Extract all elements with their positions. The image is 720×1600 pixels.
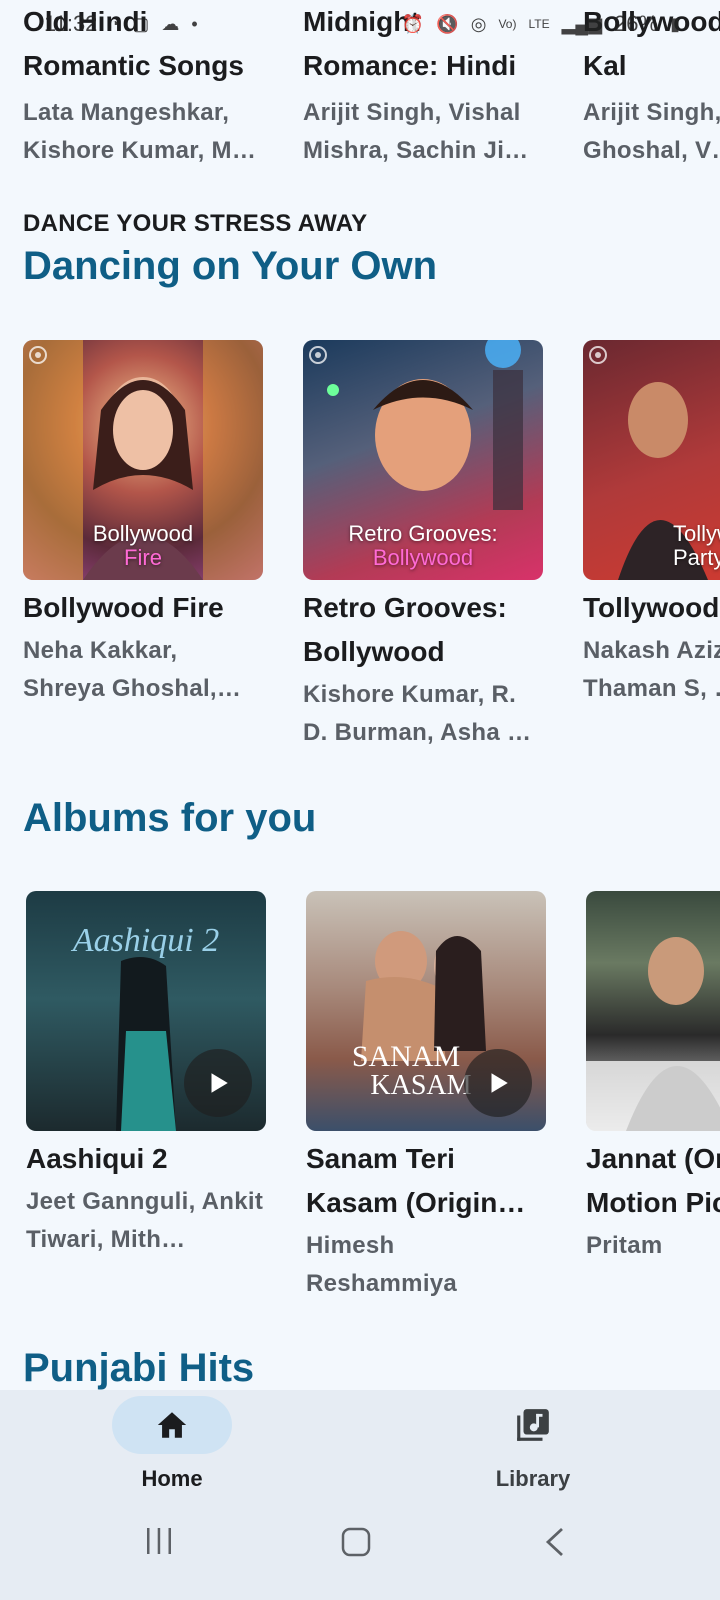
playlist-card-retro-grooves[interactable]: Retro Grooves: Bollywood Kishore Kumar, … <box>303 586 543 752</box>
system-navigation-bar <box>0 1496 720 1600</box>
card-subtitle: Pritam <box>586 1232 663 1259</box>
home-system-button[interactable] <box>340 1526 372 1563</box>
recent-apps-icon <box>147 1528 171 1554</box>
playlist-badge-icon <box>29 346 47 364</box>
section-title[interactable]: Albums for you <box>23 796 316 841</box>
nav-library-pill[interactable] <box>473 1396 593 1454</box>
album-card-jannat[interactable]: Jannat (Original Motion Picture… Pritam <box>586 1137 720 1265</box>
album-artwork[interactable]: SANAM KASAM <box>306 891 546 1131</box>
playlist-card-old-hindi-romantic[interactable]: Old Hindi Romantic Songs Lata Mangeshkar… <box>23 0 263 170</box>
section-eyebrow: DANCE YOUR STRESS AWAY <box>23 210 368 237</box>
playlist-card-midnight-romance[interactable]: Midnight Romance: Hindi Arijit Singh, Vi… <box>303 0 543 170</box>
home-icon <box>157 1412 187 1438</box>
section-title[interactable]: Dancing on Your Own <box>23 244 437 289</box>
back-chevron-icon <box>545 1527 563 1557</box>
card-subtitle: Nakash Aziz, Thaman S, … <box>583 637 720 702</box>
card-subtitle: Lata Mangeshkar, Kishore Kumar, M… <box>23 99 257 164</box>
nav-home-pill[interactable] <box>112 1396 232 1454</box>
back-button[interactable] <box>542 1526 568 1563</box>
svg-text:Aashiqui 2: Aashiqui 2 <box>71 922 219 959</box>
card-subtitle: Jeet Gannguli, Ankit Tiwari, Mith… <box>26 1188 264 1253</box>
card-subtitle: Kishore Kumar, R. D. Burman, Asha … <box>303 681 532 746</box>
card-title: Bollywood Aaj Kal <box>583 6 720 81</box>
nav-home[interactable]: Home <box>82 1396 262 1492</box>
card-title: Aashiqui 2 <box>26 1143 168 1174</box>
play-button[interactable] <box>464 1049 532 1117</box>
card-subtitle: Himesh Reshammiya <box>306 1232 458 1297</box>
artwork-caption: Retro Grooves: Bollywood <box>348 521 498 570</box>
playlist-badge-icon <box>309 346 327 364</box>
playlist-card-bollywood-fire[interactable]: Bollywood Fire Neha Kakkar, Shreya Ghosh… <box>23 586 263 708</box>
card-title: Old Hindi Romantic Songs <box>23 6 244 81</box>
album-artwork[interactable] <box>586 891 720 1131</box>
playlist-artwork[interactable]: Tollywood Party <box>583 340 720 580</box>
play-button[interactable] <box>184 1049 252 1117</box>
album-artwork[interactable]: Aashiqui 2 <box>26 891 266 1131</box>
card-title: Midnight Romance: Hindi <box>303 6 517 81</box>
playlist-card-tollywood-party[interactable]: Tollywood Party Nakash Aziz, Thaman S, … <box>583 586 720 708</box>
nav-home-label: Home <box>141 1466 203 1491</box>
card-subtitle: Neha Kakkar, Shreya Ghoshal, S… <box>23 637 217 702</box>
card-title: Bollywood Fire <box>23 592 224 623</box>
library-music-icon <box>517 1409 549 1441</box>
nav-library-label: Library <box>495 1466 571 1491</box>
card-subtitle: Arijit Singh, Shreya Ghoshal, V… <box>583 99 720 164</box>
recent-apps-button[interactable] <box>144 1526 174 1561</box>
bottom-navigation: Home Library <box>0 1390 720 1496</box>
nav-library[interactable]: Library <box>443 1396 623 1492</box>
svg-text:KASAM: KASAM <box>370 1070 471 1101</box>
artwork-figure <box>586 937 720 1131</box>
playlist-artwork[interactable]: Bollywood Fire <box>23 340 263 580</box>
card-title: Tollywood Party <box>583 592 720 623</box>
card-title: Sanam Teri Kasam (Origin… <box>306 1143 526 1218</box>
playlist-badge-icon <box>589 346 607 364</box>
artwork-caption: Bollywood Fire <box>92 521 194 570</box>
card-title: Jannat (Original Motion Picture… <box>586 1143 720 1218</box>
card-title: Retro Grooves: Bollywood <box>303 592 507 667</box>
album-card-sanam-teri-kasam[interactable]: Sanam Teri Kasam (Origin… Himesh Reshamm… <box>306 1137 546 1303</box>
home-square-icon <box>341 1527 371 1557</box>
artwork-caption: Tollywood Party <box>673 521 720 570</box>
playlist-card-bollywood-aaj-kal[interactable]: Bollywood Aaj Kal Arijit Singh, Shreya G… <box>583 0 720 170</box>
album-card-aashiqui-2[interactable]: Aashiqui 2 Jeet Gannguli, Ankit Tiwari, … <box>26 1137 266 1259</box>
play-icon <box>491 1073 508 1093</box>
card-subtitle: Arijit Singh, Vishal Mishra, Sachin Ji… <box>303 99 529 164</box>
section-title[interactable]: Punjabi Hits <box>23 1346 254 1390</box>
playlist-artwork[interactable]: Retro Grooves: Bollywood <box>303 340 543 580</box>
home-feed[interactable]: Old Hindi Romantic Songs Lata Mangeshkar… <box>0 0 720 1390</box>
svg-text:SANAM: SANAM <box>352 1040 460 1073</box>
play-icon <box>211 1073 228 1093</box>
